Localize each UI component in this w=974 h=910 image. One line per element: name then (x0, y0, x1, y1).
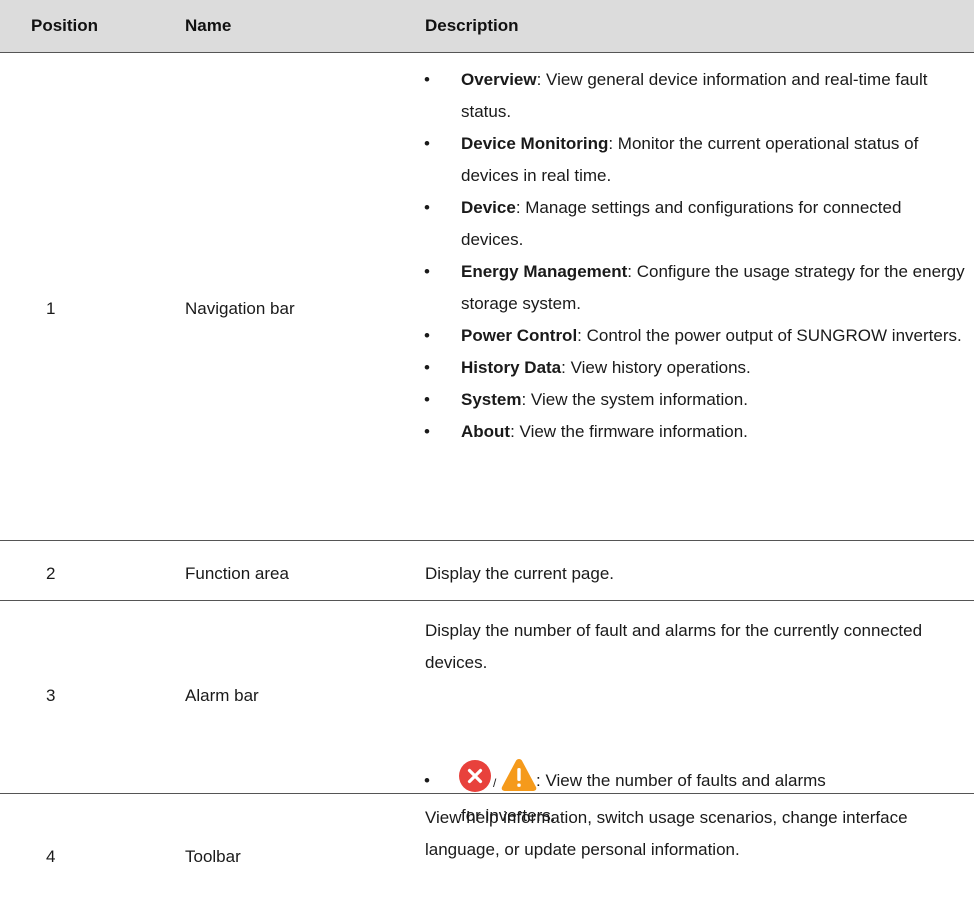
row-name: Function area (185, 564, 289, 583)
row-position: 4 (46, 847, 56, 866)
list-item: • History Data: View history operations. (424, 358, 751, 377)
navigation-bullet-list: • Overview: View general device informati… (418, 64, 968, 448)
icon-separator: / (493, 776, 497, 790)
list-item: • Overview: View general device informati… (424, 70, 928, 121)
row-position: 2 (46, 564, 56, 583)
row-description: Display the current page. (425, 564, 614, 583)
table-row: 2 Function area Display the current page… (0, 541, 974, 601)
list-item: • System: View the system information. (424, 390, 748, 409)
row-position: 3 (46, 686, 56, 705)
list-item: • About: View the firmware information. (424, 422, 748, 441)
alarm-description: Display the number of fault and alarms f… (425, 621, 923, 672)
header-description: Description (425, 16, 519, 35)
list-item: • Device Monitoring: Monitor the current … (424, 134, 919, 185)
list-item: • Power Control: Control the power output… (424, 326, 962, 345)
list-item: • Device: Manage settings and configurati… (424, 198, 902, 249)
fault-icon (459, 760, 491, 792)
row-name: Alarm bar (185, 686, 259, 705)
header-name: Name (185, 16, 232, 35)
alarm-bullet: • / : View the number of faults and alar… (418, 753, 968, 793)
table-header: Position Name Description (0, 0, 974, 53)
row-name: Toolbar (185, 847, 241, 866)
warning-icon (501, 759, 537, 791)
header-position: Position (31, 16, 99, 35)
row-position: 1 (46, 299, 56, 318)
alarm-bullet-text: : View the number of faults and alarms (536, 771, 826, 790)
toolbar-description: View help information, switch usage scen… (425, 808, 908, 859)
list-item: • Energy Management: Configure the usage … (424, 262, 965, 313)
row-name: Navigation bar (185, 299, 295, 318)
